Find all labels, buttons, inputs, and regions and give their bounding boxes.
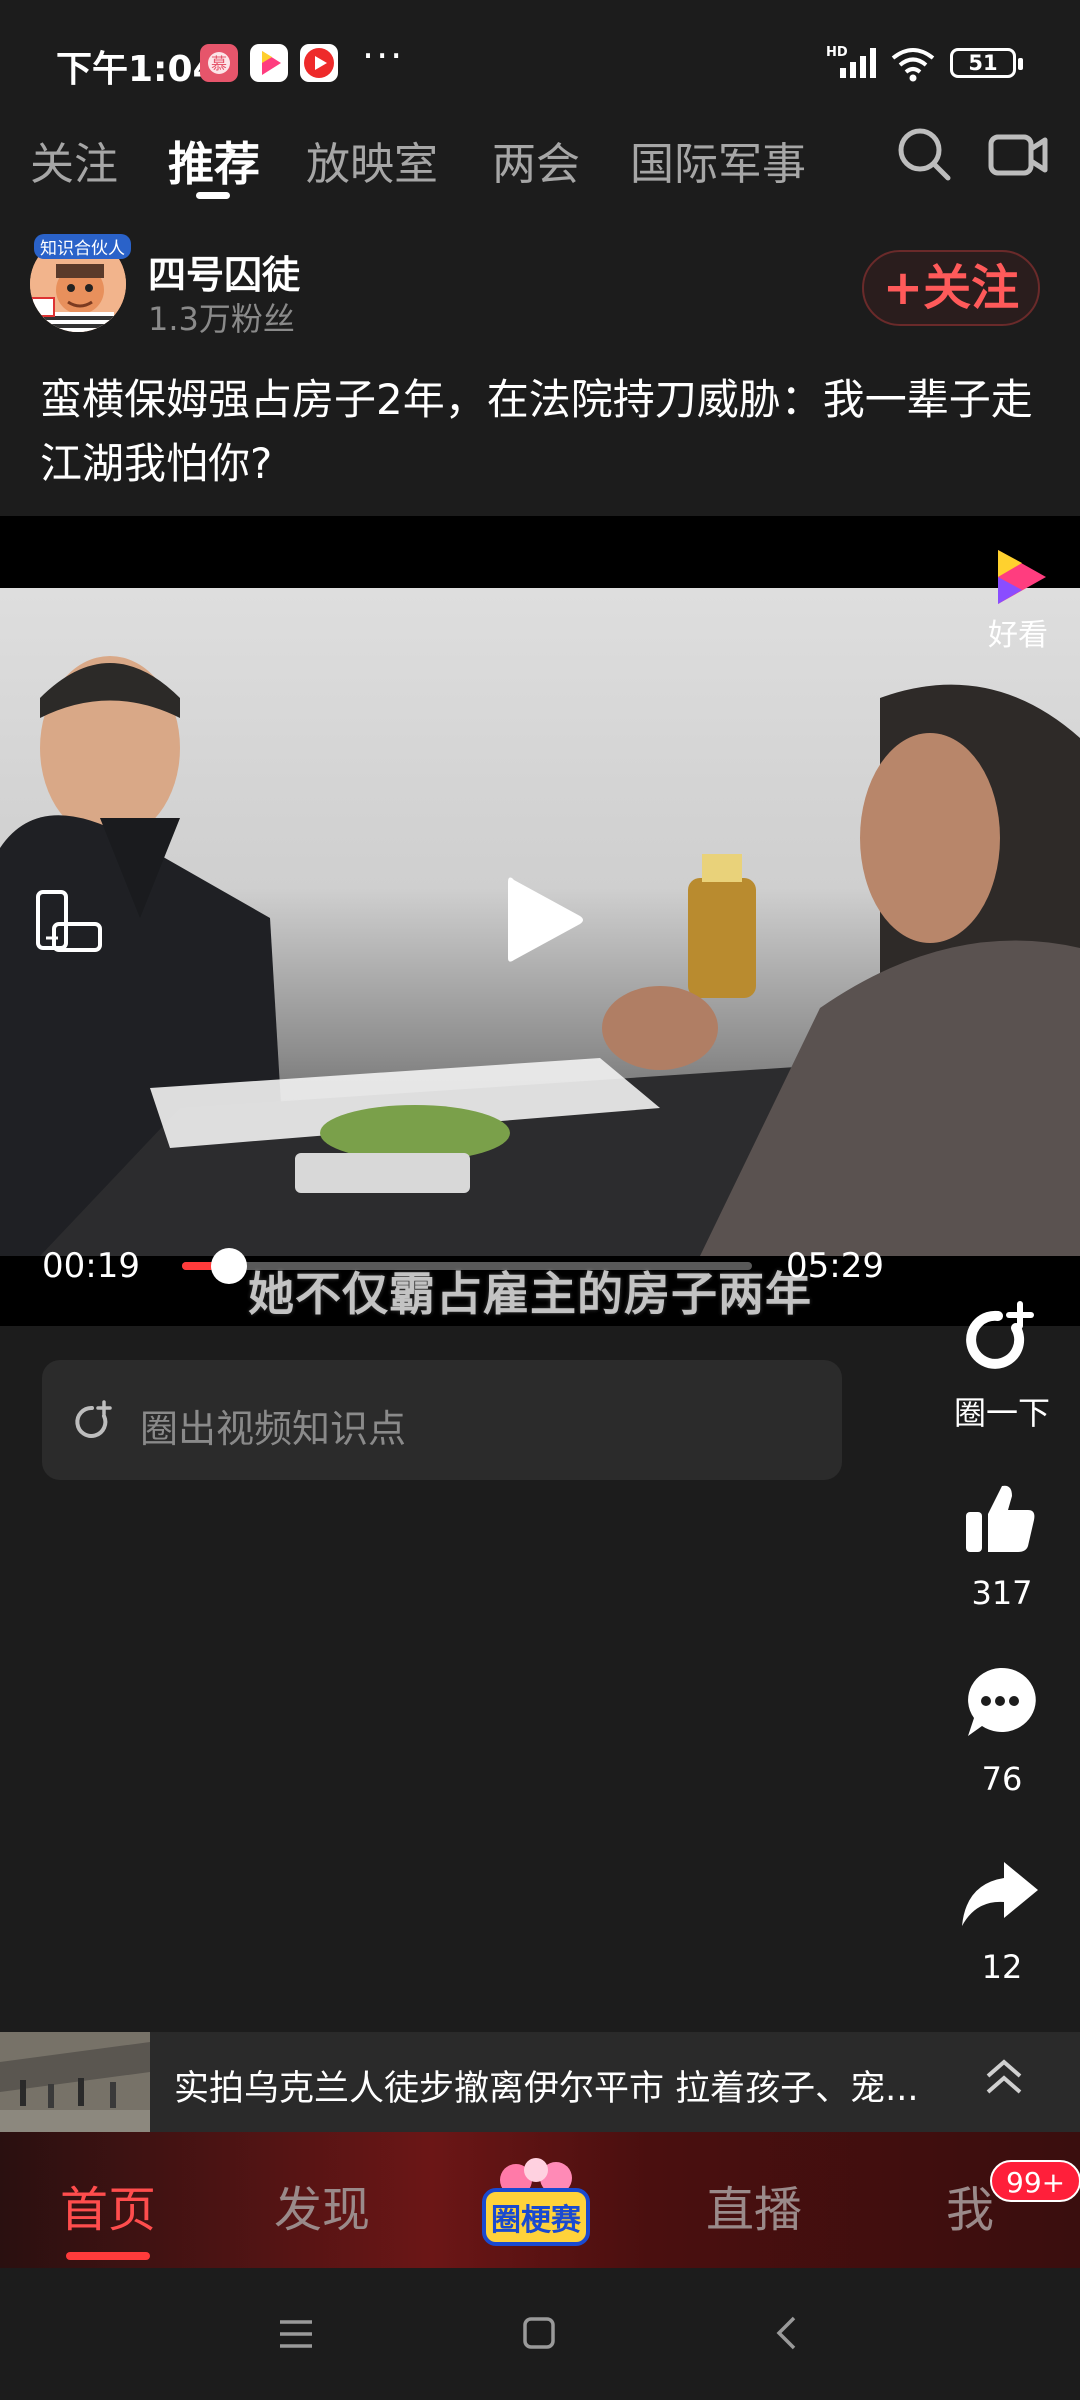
home-icon[interactable] (522, 2316, 556, 2350)
total-time: 05:29 (786, 1246, 884, 1286)
haokan-app-notification-icon (250, 44, 288, 82)
haokan-logo-icon[interactable] (988, 546, 1052, 608)
svg-text:圈梗赛: 圈梗赛 (491, 2203, 582, 2238)
tab-recommend[interactable]: 推荐 (168, 128, 260, 194)
nav-discover[interactable]: 发现 (274, 2170, 370, 2240)
nav-me[interactable]: 我 (946, 2170, 994, 2240)
notification-badge: 99+ (990, 2160, 1080, 2202)
news-thumbnail[interactable] (0, 2032, 150, 2132)
tab-follow[interactable]: 关注 (30, 128, 118, 192)
circle-clip-label: 圈一下 (953, 1394, 1050, 1432)
author-name[interactable]: 四号囚徒 (148, 244, 300, 299)
wifi-icon (890, 46, 936, 82)
knowledge-point-placeholder: 圈出视频知识点 (140, 1407, 407, 1451)
svg-text:HD: HD (826, 45, 848, 60)
nav-promo-badge[interactable]: 圈梗赛 (476, 2154, 596, 2250)
svg-text:慕: 慕 (211, 54, 227, 73)
avatar-badge: 知识合伙人 (34, 234, 131, 259)
tab-international-military[interactable]: 国际军事 (630, 128, 806, 192)
status-time: 下午1:04 (56, 49, 218, 90)
tab-screening-room[interactable]: 放映室 (306, 128, 438, 192)
share-icon[interactable] (960, 1856, 1040, 1932)
follow-button[interactable]: +关注 (862, 250, 1040, 326)
circle-clip-icon[interactable] (962, 1298, 1038, 1374)
news-ticker-text[interactable]: 实拍乌克兰人徒步撤离伊尔平市 拉着孩子、宠... (174, 2060, 934, 2111)
progress-track[interactable] (182, 1262, 752, 1270)
tab-two-sessions[interactable]: 两会 (492, 128, 580, 192)
share-count: 12 (981, 1948, 1023, 1986)
nav-live[interactable]: 直播 (706, 2170, 802, 2240)
play-icon[interactable] (504, 872, 586, 968)
video-title: 蛮横保姆强占房子2年，在法院持刀威胁：我一辈子走江湖我怕你? (40, 375, 1033, 488)
refresh-icon (72, 1400, 114, 1442)
comment-icon[interactable] (962, 1664, 1038, 1740)
haokan-label: 好看 (988, 618, 1048, 653)
comment-count: 76 (981, 1760, 1023, 1798)
current-time: 00:19 (42, 1246, 140, 1286)
progress-handle[interactable] (211, 1248, 247, 1284)
video-app-notification-icon (300, 44, 338, 82)
active-tab-indicator (196, 192, 230, 199)
battery-cap (1018, 58, 1023, 70)
chevron-up-icon[interactable] (980, 2054, 1028, 2102)
author-fans: 1.3万粉丝 (148, 300, 295, 338)
back-icon[interactable] (774, 2314, 798, 2352)
like-icon[interactable] (962, 1480, 1038, 1556)
video-camera-icon[interactable] (988, 132, 1048, 178)
nav-active-indicator (66, 2252, 150, 2260)
nav-home[interactable]: 首页 (60, 2170, 156, 2240)
signal-icon: HD (826, 44, 886, 80)
app-notification-icon: 慕 (200, 44, 238, 82)
battery-level: 51 (968, 51, 998, 75)
menu-icon[interactable] (278, 2318, 314, 2350)
status-more-icon: ··· (362, 34, 405, 78)
like-count: 317 (971, 1574, 1033, 1612)
search-icon[interactable] (896, 126, 952, 182)
rotate-screen-icon[interactable] (34, 888, 106, 954)
